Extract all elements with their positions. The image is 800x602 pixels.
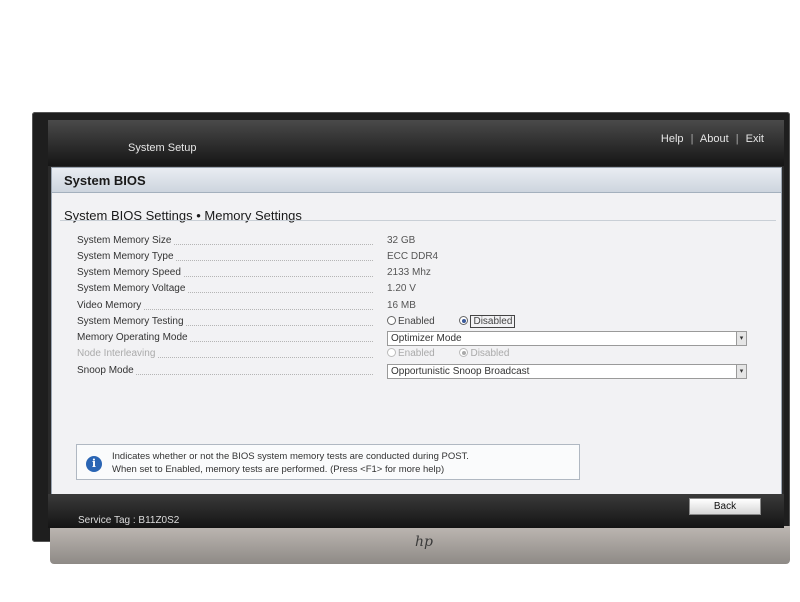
radio-disabled[interactable]: Disabled: [459, 315, 516, 328]
setting-label: System Memory Size: [77, 235, 174, 246]
radio-group: Enabled Disabled: [387, 348, 531, 359]
link-separator: |: [735, 133, 739, 145]
about-link[interactable]: About: [700, 133, 729, 145]
radio-group: Enabled Disabled: [387, 315, 537, 328]
radio-selected-icon: [459, 316, 469, 325]
exit-link[interactable]: Exit: [746, 133, 764, 145]
setting-label: System Memory Testing: [77, 316, 186, 327]
help-link[interactable]: Help: [661, 133, 684, 145]
radio-enabled[interactable]: Enabled: [387, 316, 435, 327]
snoop-mode-select[interactable]: Opportunistic Snoop Broadcast ▾: [387, 364, 747, 379]
setting-value: 16 MB: [387, 300, 416, 311]
setting-label: Memory Operating Mode: [77, 332, 190, 343]
info-icon: i: [86, 456, 102, 472]
setting-row-memory-type: System Memory Type ECC DDR4: [77, 251, 777, 267]
setting-value: ECC DDR4: [387, 251, 439, 262]
panel-title: System BIOS: [52, 168, 781, 193]
dropdown-arrow-icon: ▾: [736, 365, 746, 378]
operating-mode-select[interactable]: Optimizer Mode ▾: [387, 331, 747, 346]
divider: [60, 220, 776, 221]
setting-row-video-memory: Video Memory 16 MB: [77, 300, 777, 316]
setting-row-operating-mode: Memory Operating Mode Optimizer Mode ▾: [77, 331, 777, 348]
help-text-line: When set to Enabled, memory tests are pe…: [112, 464, 445, 475]
radio-icon: [387, 348, 396, 357]
help-info-box: i Indicates whether or not the BIOS syst…: [76, 444, 580, 480]
back-button[interactable]: Back: [689, 498, 761, 515]
setting-row-memory-voltage: System Memory Voltage 1.20 V: [77, 283, 777, 299]
header-links: Help | About | Exit: [661, 133, 764, 145]
radio-enabled: Enabled: [387, 348, 435, 359]
service-tag: Service Tag : B11Z0S2: [78, 515, 180, 526]
radio-icon: [387, 316, 396, 325]
app-title: System Setup: [128, 142, 197, 154]
setting-label: System Memory Speed: [77, 267, 183, 278]
setting-value: 1.20 V: [387, 283, 416, 294]
header-bar: System Setup Help | About | Exit: [48, 120, 784, 166]
help-text-line: Indicates whether or not the BIOS system…: [112, 451, 469, 462]
setting-label: System Memory Type: [77, 251, 176, 262]
footer-bar: Back Service Tag : B11Z0S2: [48, 494, 784, 528]
setting-row-snoop-mode: Snoop Mode Opportunistic Snoop Broadcast…: [77, 364, 777, 381]
setting-row-node-interleaving: Node Interleaving Enabled Disabled: [77, 348, 777, 364]
bios-screen: System Setup Help | About | Exit System …: [48, 120, 784, 528]
setting-value: 32 GB: [387, 235, 416, 246]
setting-value: 2133 Mhz: [387, 267, 431, 278]
setting-label: Video Memory: [77, 300, 144, 311]
setting-label: Snoop Mode: [77, 365, 136, 376]
radio-disabled: Disabled: [459, 348, 509, 359]
link-separator: |: [690, 133, 694, 145]
hp-logo: hp: [415, 534, 433, 550]
dropdown-arrow-icon: ▾: [736, 332, 746, 345]
setting-row-memory-speed: System Memory Speed 2133 Mhz: [77, 267, 777, 283]
setting-label: Node Interleaving: [77, 348, 158, 359]
setting-label: System Memory Voltage: [77, 283, 188, 294]
setting-row-memory-testing: System Memory Testing Enabled Disabled: [77, 315, 777, 332]
radio-selected-icon: [459, 348, 469, 357]
setting-row-memory-size: System Memory Size 32 GB: [77, 235, 777, 251]
